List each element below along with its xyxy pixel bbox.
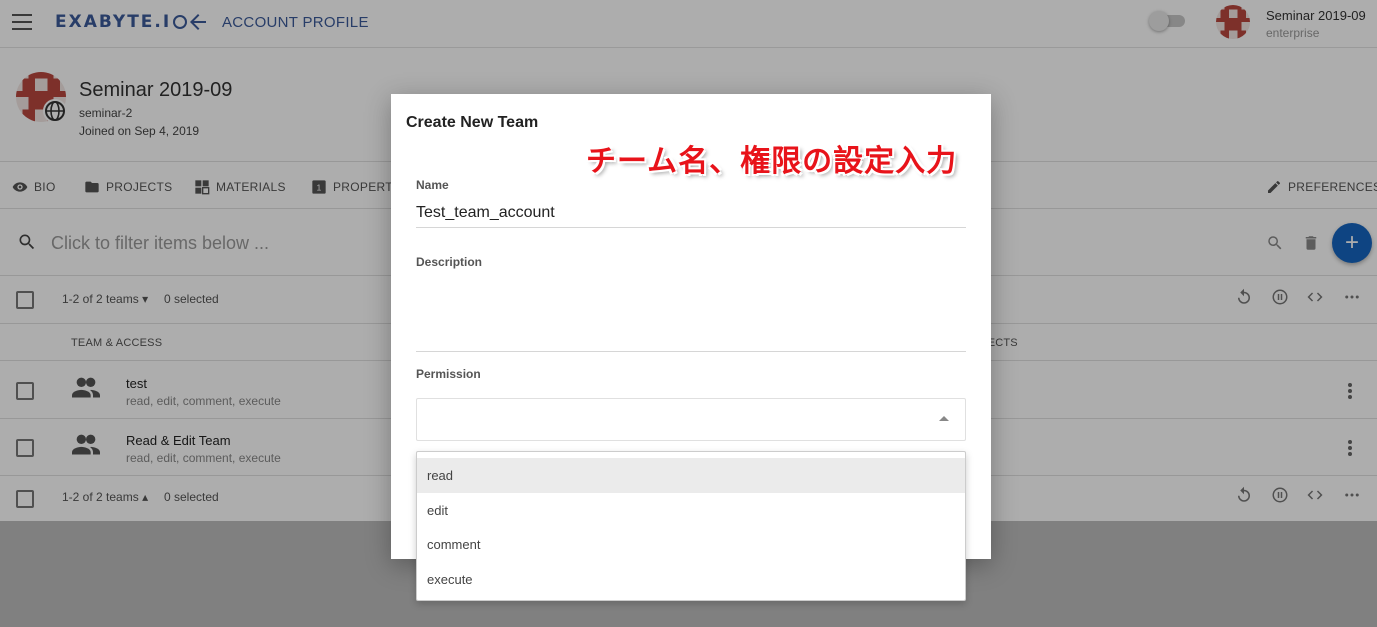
description-input[interactable] [416, 351, 966, 352]
dialog-title: Create New Team [406, 114, 539, 131]
permission-option-read[interactable]: read [417, 458, 965, 493]
permission-label: Permission [416, 367, 481, 381]
permission-dropdown-menu: read edit comment execute [416, 451, 966, 601]
annotation-text: チーム名、権限の設定入力 [586, 144, 958, 179]
permission-option-comment[interactable]: comment [417, 527, 965, 562]
permission-option-execute[interactable]: execute [417, 562, 965, 597]
team-name-input[interactable]: Test_team_account [416, 204, 966, 228]
description-label: Description [416, 255, 483, 269]
permission-select[interactable] [416, 398, 966, 441]
caret-up-icon [939, 416, 949, 421]
name-label: Name [416, 178, 449, 192]
permission-option-edit[interactable]: edit [417, 493, 965, 528]
